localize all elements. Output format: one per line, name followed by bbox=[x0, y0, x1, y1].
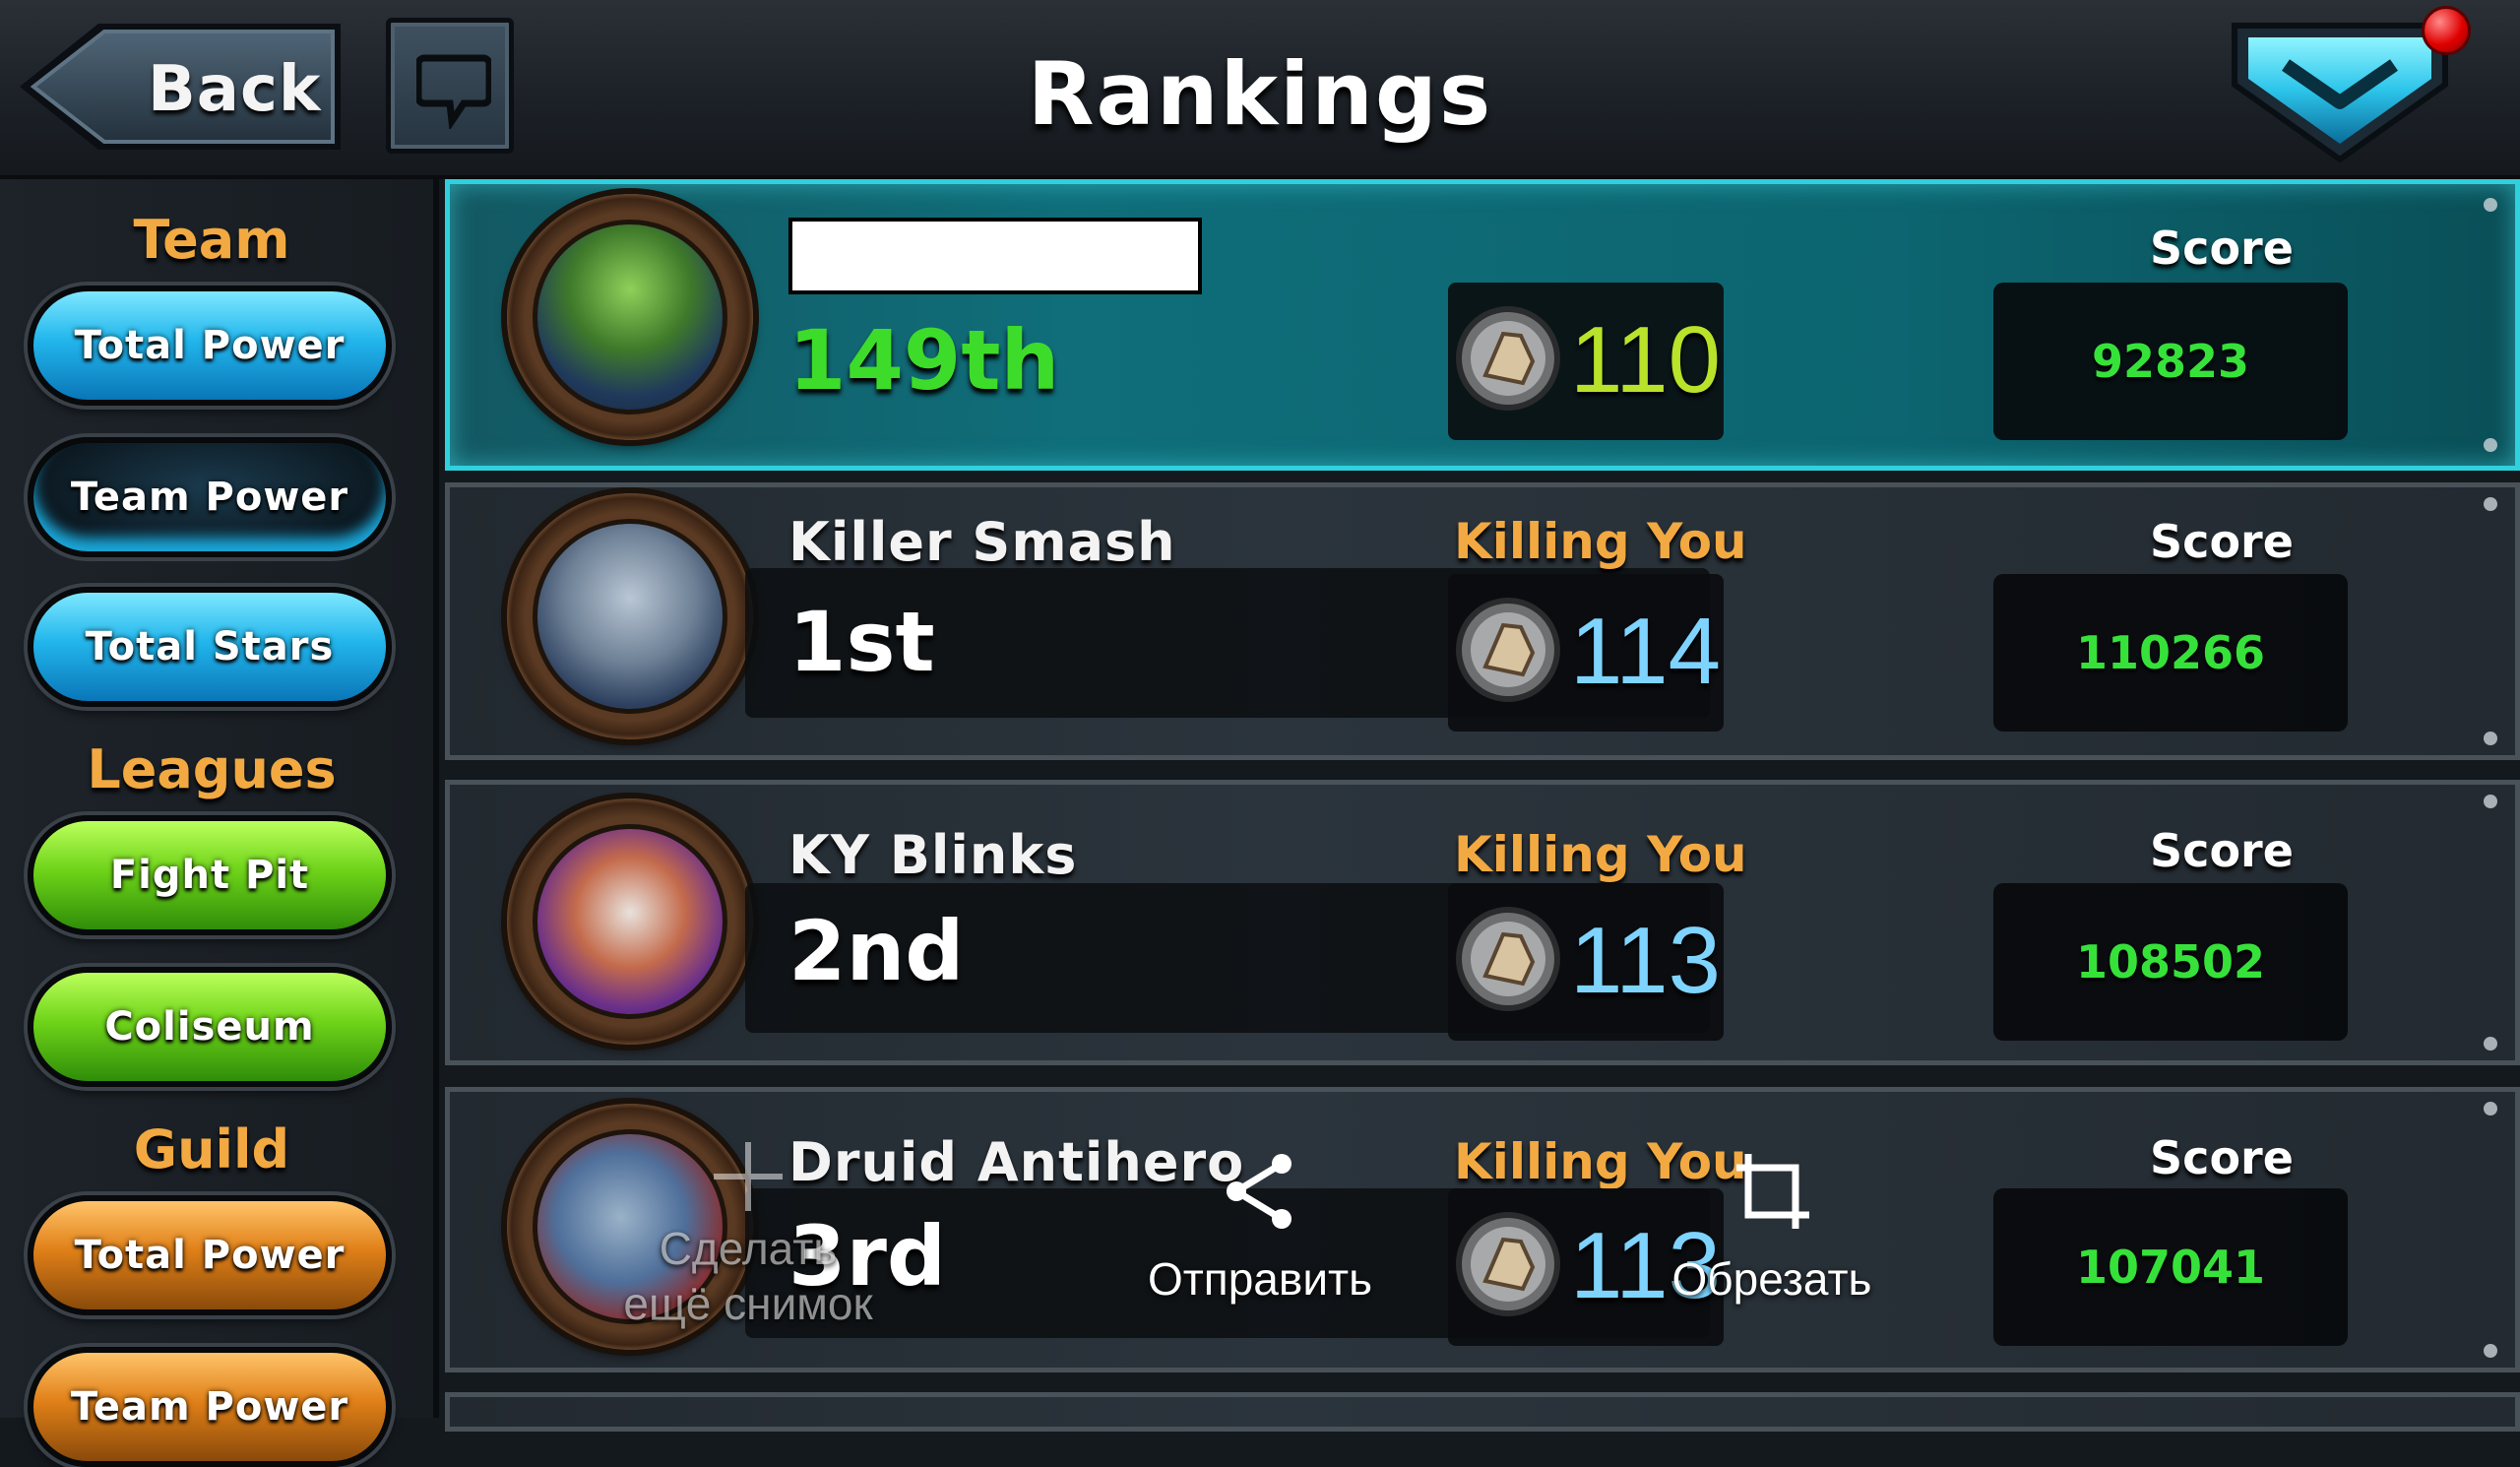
top-bar: Back Rankings bbox=[0, 0, 2520, 179]
row-corner-dot bbox=[2484, 795, 2497, 808]
guild-heading: Guild bbox=[133, 1118, 290, 1180]
team-heading: Team bbox=[133, 209, 290, 271]
row-corner-dot bbox=[2484, 438, 2497, 452]
guild-total-power-button[interactable]: Total Power bbox=[28, 1195, 392, 1315]
take-another-screenshot-action[interactable]: Сделать ещё снимок bbox=[591, 1132, 906, 1331]
fight-pit-button[interactable]: Fight Pit bbox=[28, 815, 392, 935]
button-label: Fight Pit bbox=[109, 853, 310, 898]
row-corner-dot bbox=[2484, 732, 2497, 745]
score-value: 108502 bbox=[2075, 935, 2266, 989]
ranking-row[interactable]: KY Blinks 2nd Killing You 113 Score 1085… bbox=[445, 780, 2520, 1065]
ranking-row[interactable]: Killer Smash 1st Killing You 114 Score 1… bbox=[445, 482, 2520, 760]
score-label: Score bbox=[2150, 824, 2294, 877]
plus-icon bbox=[714, 1142, 783, 1211]
button-label: Team Power bbox=[70, 475, 349, 520]
share-icon bbox=[1227, 1154, 1292, 1229]
button-label: Total Power bbox=[74, 323, 346, 368]
team-total-power-button[interactable]: Total Power bbox=[28, 286, 392, 406]
share-action[interactable]: Отправить bbox=[1112, 1150, 1408, 1306]
power-box: 113 bbox=[1448, 883, 1724, 1041]
score-label: Score bbox=[2150, 222, 2294, 275]
player-rank: 149th bbox=[788, 312, 1060, 409]
row-corner-dot bbox=[2484, 1344, 2497, 1358]
button-label: Total Stars bbox=[85, 624, 335, 670]
player-name: Killer Smash bbox=[788, 511, 1176, 573]
score-value: 107041 bbox=[2075, 1241, 2266, 1294]
fist-icon bbox=[1456, 598, 1560, 702]
player-name: KY Blinks bbox=[788, 824, 1078, 886]
score-box: 110266 bbox=[1993, 574, 2348, 732]
score-value: 110266 bbox=[2075, 626, 2266, 679]
ranking-row-self[interactable]: 149th 110 Score 92823 bbox=[445, 179, 2520, 471]
guild-name: Killing You bbox=[1454, 513, 1747, 570]
page-title: Rankings bbox=[1027, 43, 1493, 145]
leagues-heading: Leagues bbox=[87, 738, 337, 800]
crop-action[interactable]: Обрезать bbox=[1624, 1150, 1920, 1306]
ranking-row-partial[interactable] bbox=[445, 1392, 2520, 1432]
team-total-stars-button[interactable]: Total Stars bbox=[28, 587, 392, 707]
stone-golem-portrait bbox=[533, 519, 727, 714]
row-corner-dot bbox=[2484, 198, 2497, 212]
orc-hero-portrait bbox=[533, 220, 727, 415]
take-another-screenshot-label: Сделать ещё снимок bbox=[623, 1223, 873, 1329]
share-label: Отправить bbox=[1147, 1253, 1373, 1305]
crop-label: Обрезать bbox=[1671, 1253, 1872, 1305]
avatar bbox=[507, 493, 753, 739]
button-label: Total Power bbox=[74, 1233, 346, 1278]
player-name-redacted bbox=[788, 218, 1202, 294]
power-value: 110 bbox=[1570, 307, 1722, 413]
power-box: 110 bbox=[1448, 283, 1724, 440]
team-power-button[interactable]: Team Power bbox=[28, 437, 392, 557]
avatar bbox=[507, 798, 753, 1045]
player-rank: 1st bbox=[788, 594, 935, 690]
guild-name: Killing You bbox=[1454, 826, 1747, 883]
row-corner-dot bbox=[2484, 1037, 2497, 1051]
row-corner-dot bbox=[2484, 497, 2497, 511]
score-box: 108502 bbox=[1993, 883, 2348, 1041]
button-label: Team Power bbox=[70, 1384, 349, 1430]
guild-team-power-button[interactable]: Team Power bbox=[28, 1347, 392, 1467]
power-value: 113 bbox=[1570, 908, 1722, 1013]
beast-hero-portrait bbox=[533, 824, 727, 1019]
fist-icon bbox=[1456, 907, 1560, 1011]
avatar bbox=[507, 194, 753, 440]
power-value: 114 bbox=[1570, 599, 1722, 704]
score-label: Score bbox=[2150, 1131, 2294, 1184]
score-value: 92823 bbox=[2091, 335, 2250, 388]
notification-badge bbox=[2422, 6, 2471, 55]
crop-icon bbox=[1736, 1154, 1809, 1229]
row-corner-dot bbox=[2484, 1102, 2497, 1116]
coliseum-button[interactable]: Coliseum bbox=[28, 967, 392, 1087]
dropdown-chevron-icon bbox=[2232, 23, 2448, 163]
score-label: Score bbox=[2150, 515, 2294, 568]
fist-icon bbox=[1456, 1212, 1560, 1316]
fist-icon bbox=[1456, 306, 1560, 411]
sidebar: Team Total Power Team Power Total Stars … bbox=[0, 179, 439, 1467]
score-box: 92823 bbox=[1993, 283, 2348, 440]
player-rank: 2nd bbox=[788, 903, 965, 999]
power-box: 114 bbox=[1448, 574, 1724, 732]
button-label: Coliseum bbox=[104, 1004, 315, 1050]
dropdown-menu-button[interactable] bbox=[2227, 12, 2453, 169]
score-box: 107041 bbox=[1993, 1188, 2348, 1346]
